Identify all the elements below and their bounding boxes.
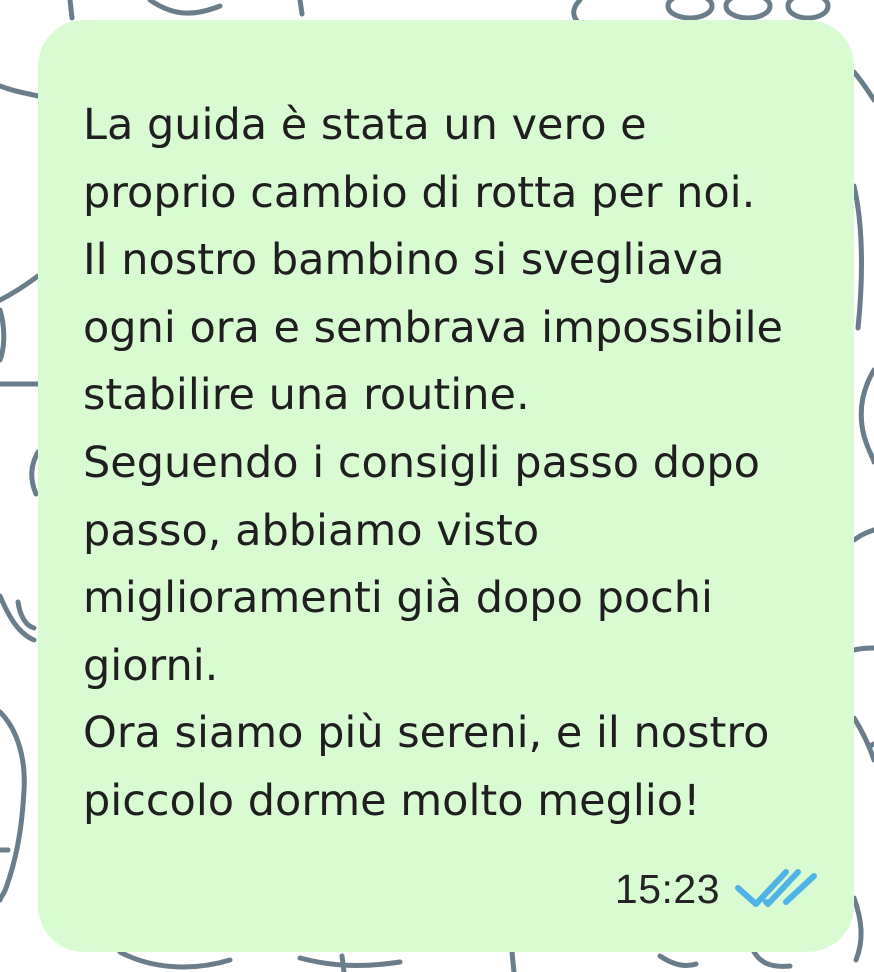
message-text: La guida è stata un vero e proprio cambi…: [83, 92, 823, 836]
outgoing-message-bubble[interactable]: La guida è stata un vero e proprio cambi…: [38, 20, 854, 952]
message-line: giorni.: [83, 640, 219, 691]
message-line: miglioramenti già dopo pochi: [83, 573, 714, 624]
message-line: Seguendo i consigli passo dopo: [83, 437, 760, 488]
message-line: ogni ora e sembrava impossibile: [83, 302, 783, 353]
double-check-icon: [735, 869, 817, 907]
message-line: Il nostro bambino si svegliava: [83, 235, 725, 286]
message-line: passo, abbiamo visto: [83, 505, 540, 556]
message-line: La guida è stata un vero e: [83, 100, 647, 150]
message-line: Ora siamo più sereni, e il nostro: [83, 708, 770, 759]
message-meta: 15:23: [615, 866, 818, 912]
message-line: stabilire una routine.: [83, 370, 530, 421]
message-timestamp: 15:23: [614, 866, 720, 912]
message-line: piccolo dorme molto meglio!: [83, 775, 701, 826]
message-line: proprio cambio di rotta per noi.: [83, 167, 756, 218]
